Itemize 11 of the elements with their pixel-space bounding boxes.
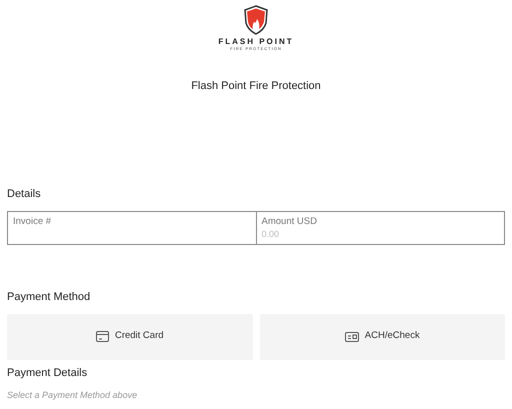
credit-card-icon [96, 331, 109, 342]
company-name: Flash Point Fire Protection [191, 79, 321, 94]
shield-flame-logo-icon [244, 5, 268, 35]
hint-text: Select a Payment Method above [7, 389, 138, 402]
section-heading: Details [7, 186, 42, 202]
payment-method-button[interactable]: Credit Card [7, 314, 252, 360]
section-heading: Payment Method [7, 290, 92, 305]
id-card-icon [344, 332, 359, 342]
section-heading: Payment Details [7, 366, 88, 380]
payment-method-button[interactable]: ACH/eCheck [260, 314, 505, 360]
logo-wordmark: FLASH POINT [218, 38, 294, 46]
